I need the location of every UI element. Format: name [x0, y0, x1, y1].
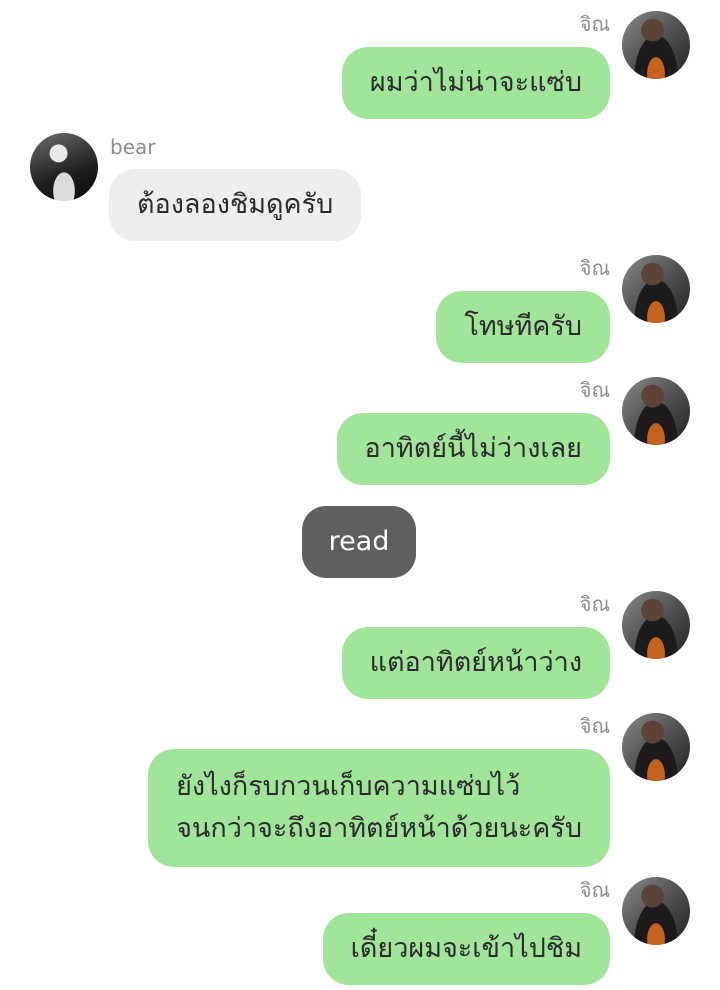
message-text: อาทิตย์นี้ไม่ว่างเลย — [364, 433, 582, 464]
avatar[interactable] — [622, 877, 690, 945]
sender-name: จิณ — [579, 12, 610, 36]
message-text: แต่อาทิตย์หน้าว่าง — [369, 647, 582, 678]
sender-name: จิณ — [579, 592, 610, 616]
message-bubble[interactable]: แต่อาทิตย์หน้าว่าง — [341, 627, 610, 699]
message-text: โทษทีครับ — [464, 311, 582, 342]
chat-thread: จิณ ผมว่าไม่น่าจะแซ่บ bear ต้องลองชิมดูค… — [0, 0, 720, 990]
sender-name: bear — [110, 135, 156, 159]
message-bubble[interactable]: ต้องลองชิมดูครับ — [109, 169, 362, 241]
avatar[interactable] — [622, 255, 690, 323]
message-text: ยังไงก็รบกวนเก็บความแซ่บไว้ — [176, 771, 521, 802]
avatar[interactable] — [622, 377, 690, 445]
avatar[interactable] — [30, 133, 98, 201]
message-text: จนกว่าจะถึงอาทิตย์หน้าด้วยนะครับ — [176, 813, 582, 844]
sender-name: จิณ — [579, 378, 610, 402]
sender-name: จิณ — [579, 256, 610, 280]
message-text: ผมว่าไม่น่าจะแซ่บ — [369, 67, 582, 98]
message-text: เดี๋ยวผมจะเข้าไปชิม — [350, 933, 582, 964]
message-bubble[interactable]: ยังไงก็รบกวนเก็บความแซ่บไว้ จนกว่าจะถึงอ… — [148, 749, 610, 867]
message-text: ต้องลองชิมดูครับ — [137, 189, 334, 220]
message-bubble[interactable]: โทษทีครับ — [436, 291, 610, 363]
avatar[interactable] — [622, 591, 690, 659]
message-bubble[interactable]: ผมว่าไม่น่าจะแซ่บ — [341, 47, 610, 119]
sender-name: จิณ — [579, 878, 610, 902]
avatar[interactable] — [622, 11, 690, 79]
avatar[interactable] — [622, 713, 690, 781]
message-bubble[interactable]: อาทิตย์นี้ไม่ว่างเลย — [336, 413, 610, 485]
sender-name: จิณ — [579, 714, 610, 738]
message-bubble[interactable]: เดี๋ยวผมจะเข้าไปชิม — [322, 913, 610, 985]
read-indicator: read — [302, 506, 416, 578]
